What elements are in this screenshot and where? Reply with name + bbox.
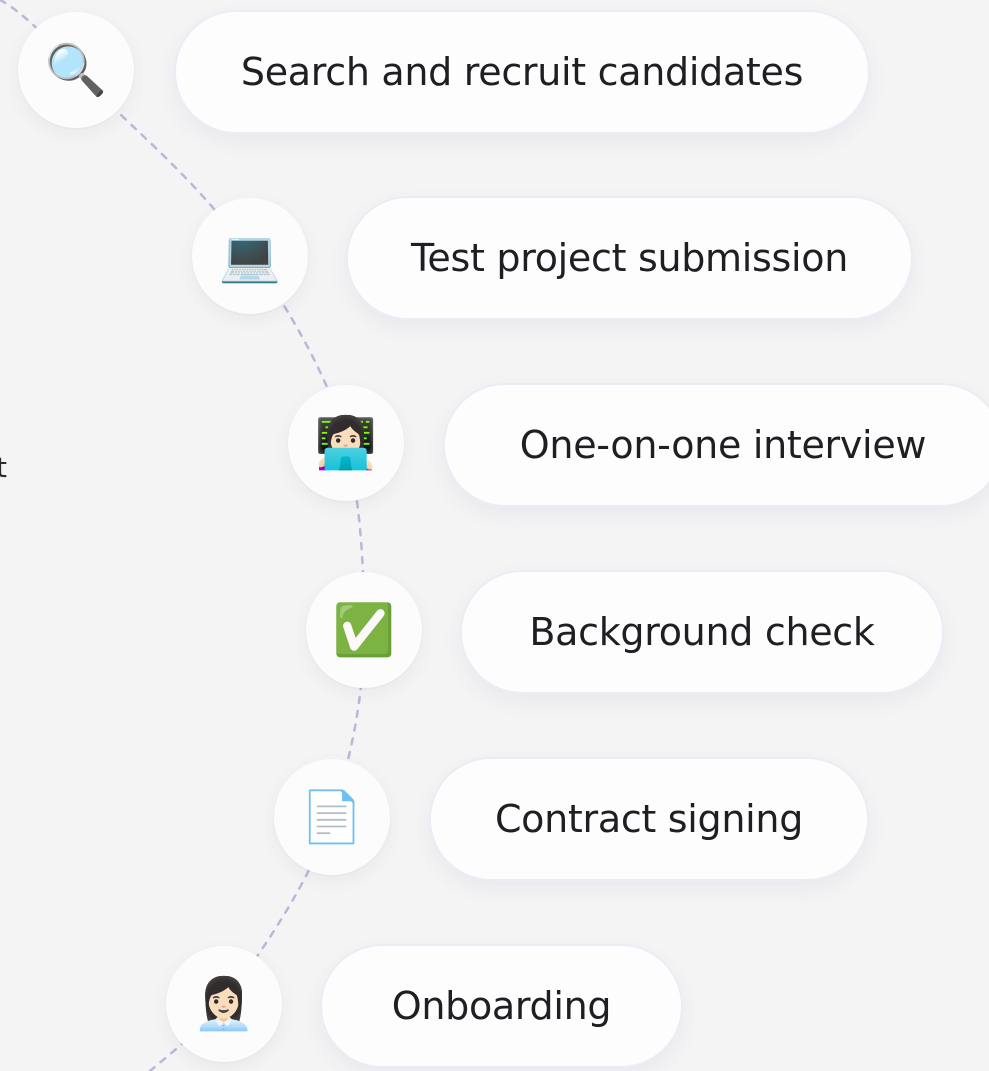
check-mark-button-icon: ✅	[306, 572, 422, 688]
document-icon: 📄	[274, 759, 390, 875]
hiring-process-timeline: t 🔍 Search and recruit candidates 💻 Test…	[0, 0, 989, 1071]
partial-side-text: t	[0, 451, 7, 484]
dashed-connector-line	[0, 0, 366, 1071]
step-label-search-and-recruit: Search and recruit candidates	[174, 10, 870, 134]
magnifying-glass-icon: 🔍	[18, 12, 134, 128]
step-label-background-check: Background check	[460, 570, 944, 694]
laptop-icon: 💻	[192, 198, 308, 314]
woman-office-worker-icon: 👩🏻‍💼	[166, 946, 282, 1062]
step-label-interview: One-on-one interview	[443, 383, 989, 507]
step-label-test-project: Test project submission	[346, 196, 913, 320]
step-label-onboarding: Onboarding	[320, 944, 683, 1068]
step-label-contract-signing: Contract signing	[429, 757, 869, 881]
woman-technologist-icon: 👩🏻‍💻	[288, 385, 404, 501]
